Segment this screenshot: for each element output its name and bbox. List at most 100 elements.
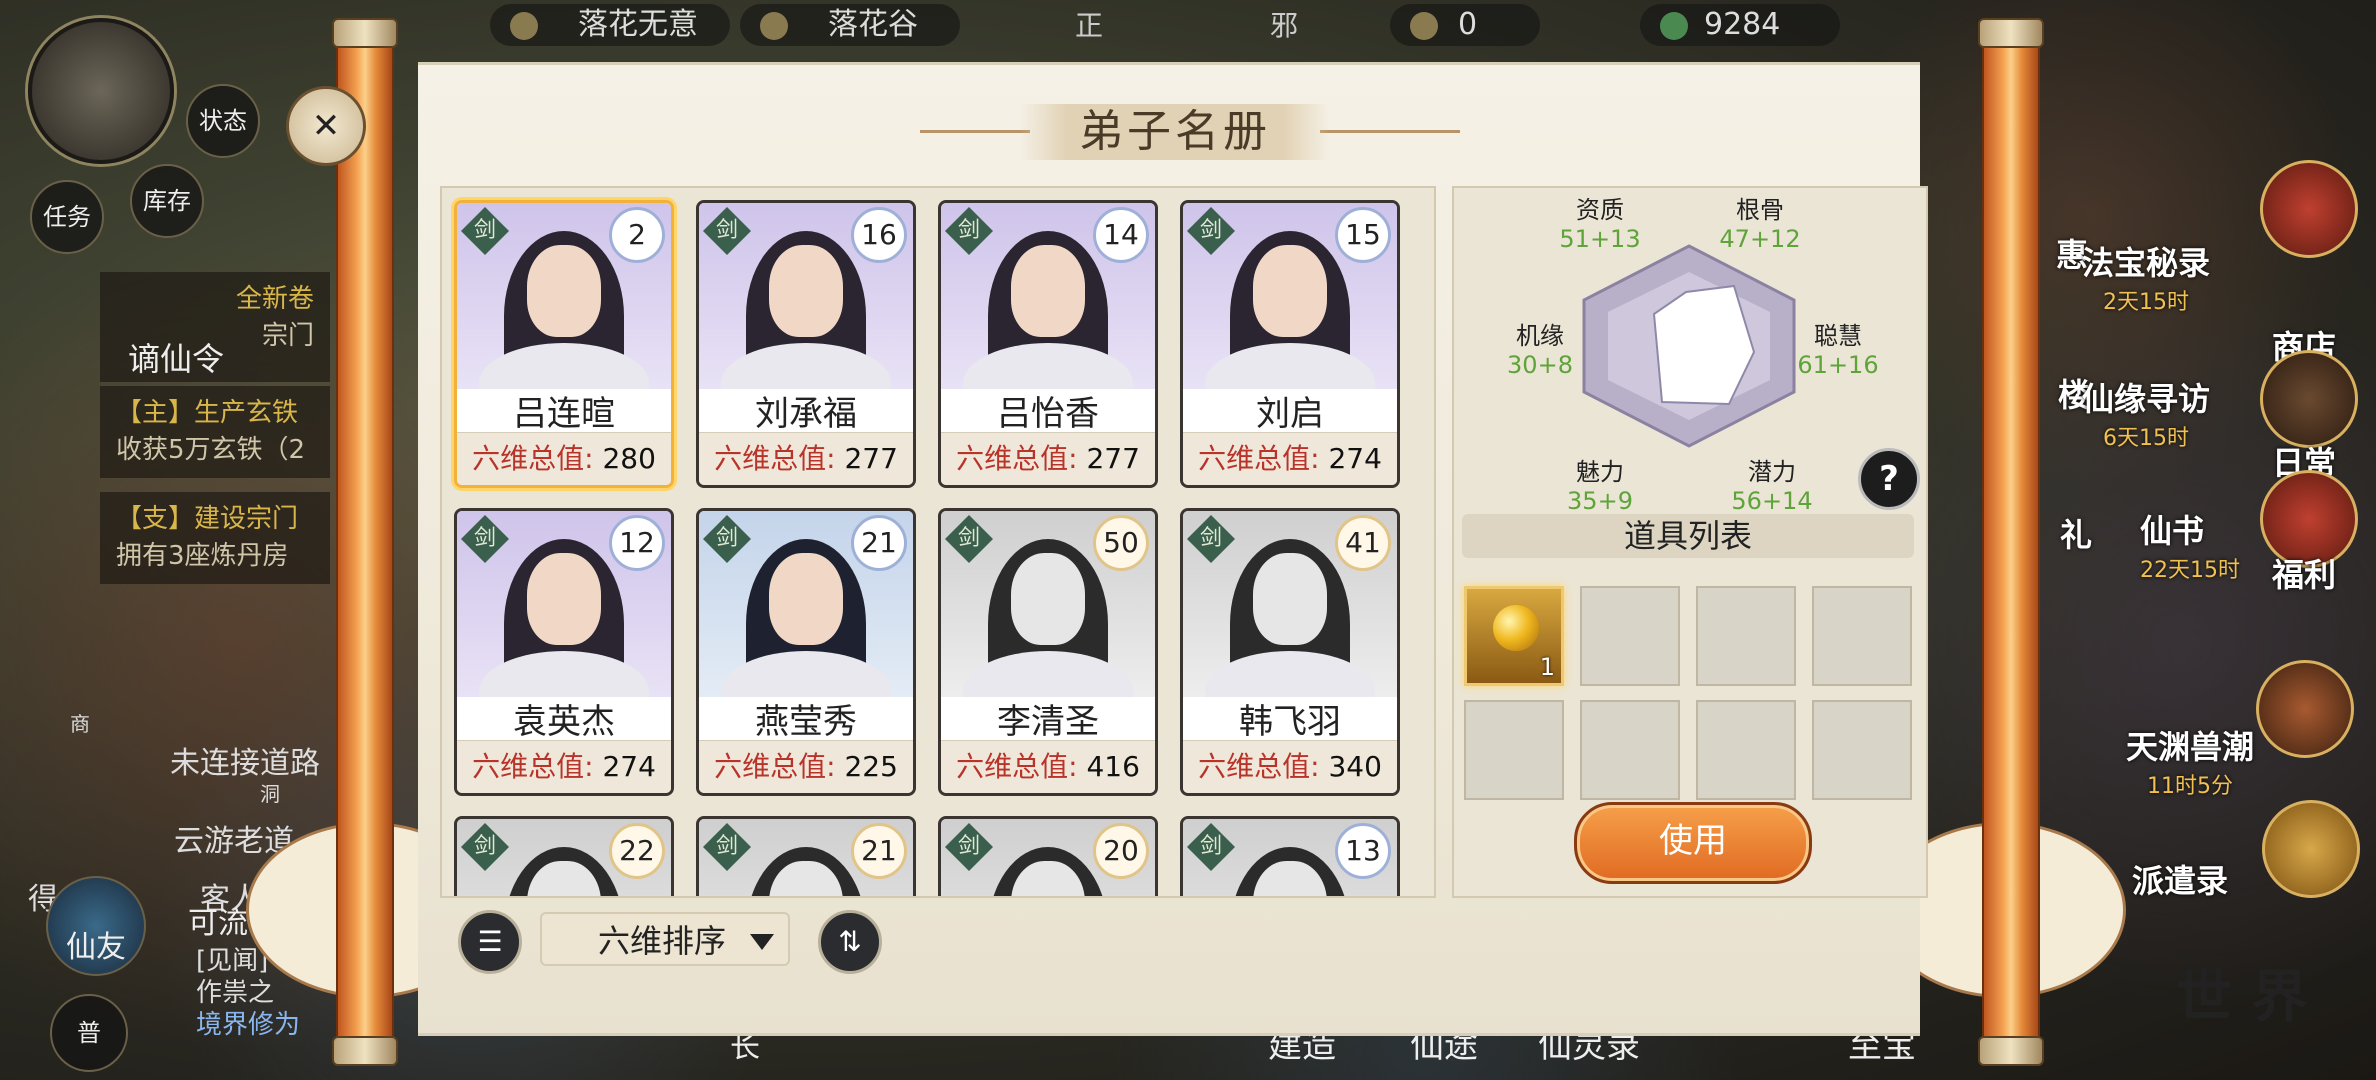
level-badge: 2	[609, 207, 665, 263]
world-chat-button[interactable]: 世 界	[2176, 952, 2308, 1033]
portrait-face	[527, 245, 601, 337]
score-label: 六维总值:	[956, 442, 1087, 475]
top-status-bar: 落花无意 落花谷 正 邪 0	[490, 0, 1540, 50]
task1-desc: 收获5万玄铁（2	[116, 435, 306, 465]
friends-button[interactable]: 仙友	[46, 876, 146, 976]
list-filter-button[interactable]: ☰	[458, 910, 522, 974]
immortal-book-button[interactable]: 仙书 22天15时	[2140, 506, 2240, 584]
currency-1-value: 0	[1458, 7, 1478, 42]
disciple-card[interactable]: 剑 13	[1180, 816, 1400, 896]
disciple-card[interactable]: 剑 20	[938, 816, 1158, 896]
task-main-box[interactable]: 【主】生产玄铁 收获5万玄铁（2	[100, 386, 330, 478]
level-badge: 50	[1093, 515, 1149, 571]
jade-coin-icon	[1660, 11, 1688, 40]
mountain-icon	[760, 11, 788, 40]
disciple-card[interactable]: 剑 12 袁英杰 六维总值: 274	[454, 508, 674, 796]
stat-qianli-name: 潜力	[1748, 458, 1796, 486]
play-arrow-icon[interactable]	[2262, 800, 2360, 898]
chevron-down-icon	[750, 934, 774, 950]
item-slot[interactable]	[1580, 700, 1680, 800]
use-button[interactable]: 使用	[1574, 802, 1812, 884]
level-badge: 21	[851, 823, 907, 879]
fate-visit-button[interactable]: 仙缘寻访 6天15时	[2082, 374, 2210, 452]
score-label: 六维总值:	[1198, 442, 1329, 475]
disciple-score: 六维总值: 274	[1183, 432, 1397, 485]
task-side-box[interactable]: 【支】建设宗门 拥有3座炼丹房	[100, 492, 330, 584]
item-slot[interactable]: 1	[1464, 586, 1564, 686]
score-value: 416	[1086, 750, 1140, 783]
title-ornament-left	[920, 130, 1030, 133]
daily-icon[interactable]	[2260, 350, 2358, 448]
item-slot[interactable]	[1464, 700, 1564, 800]
portrait-face	[1011, 553, 1085, 645]
portrait-face	[1253, 245, 1327, 337]
level-badge: 13	[1335, 823, 1391, 879]
road-status-text[interactable]: 未连接道路	[170, 738, 320, 782]
item-slot[interactable]	[1696, 586, 1796, 686]
stat-meili-bonus: +9	[1597, 487, 1633, 515]
fate-label: 仙缘寻访	[2082, 380, 2211, 418]
level-badge: 14	[1093, 207, 1149, 263]
disciple-card[interactable]: 剑 50 李清圣 六维总值: 416	[938, 508, 1158, 796]
sort-order-toggle[interactable]: ⇅	[818, 910, 882, 974]
treasure-record-button[interactable]: 法宝秘录 2天15时	[2082, 238, 2210, 316]
cave-marker: 洞	[260, 782, 280, 806]
disciple-card[interactable]: 剑 2 吕连暄 六维总值: 280	[454, 200, 674, 488]
score-value: 340	[1328, 750, 1382, 783]
task-button[interactable]: 任务	[30, 180, 104, 254]
score-value: 277	[1086, 442, 1140, 475]
help-button[interactable]: ?	[1858, 448, 1920, 510]
stat-zizhi-bonus: +13	[1589, 225, 1641, 253]
disciple-card[interactable]: 剑 22	[454, 816, 674, 896]
fate-timer: 6天15时	[2103, 426, 2189, 451]
shop-icon[interactable]	[2260, 160, 2358, 258]
stat-zizhi-name: 资质	[1576, 196, 1624, 224]
player-avatar[interactable]	[28, 18, 174, 164]
level-badge: 22	[609, 823, 665, 879]
dispatch-label[interactable]: 派遣录	[2132, 856, 2228, 902]
stat-gengu-name: 根骨	[1736, 196, 1784, 224]
disciple-card[interactable]: 剑 15 刘启 六维总值: 274	[1180, 200, 1400, 488]
disciple-card[interactable]: 剑 14 吕怡香 六维总值: 277	[938, 200, 1158, 488]
item-slot[interactable]	[1580, 586, 1680, 686]
portrait-face	[769, 553, 843, 645]
item-slot[interactable]	[1812, 700, 1912, 800]
stat-jiyuan-name: 机缘	[1516, 322, 1564, 350]
location-name: 落花谷	[828, 7, 918, 42]
level-badge: 12	[609, 515, 665, 571]
player-name: 落花无意	[578, 7, 698, 42]
channel-button[interactable]: 普	[50, 994, 128, 1072]
storage-button[interactable]: 库存	[130, 164, 204, 238]
level-badge: 21	[851, 515, 907, 571]
dialog-title: 弟子名册	[1020, 104, 1330, 160]
status-button[interactable]: 状态	[186, 84, 260, 158]
player-name-pill: 落花无意	[490, 4, 730, 46]
disciple-score: 六维总值: 277	[941, 432, 1155, 485]
disciple-score: 六维总值: 280	[457, 432, 671, 485]
portrait-face	[769, 245, 843, 337]
disciple-card[interactable]: 剑 41 韩飞羽 六维总值: 340	[1180, 508, 1400, 796]
disciple-card[interactable]: 剑 21	[696, 816, 916, 896]
welfare-label[interactable]: 福利	[2272, 550, 2336, 596]
portrait-face	[1253, 553, 1327, 645]
stat-gengu: 根骨 47+12	[1700, 190, 1820, 253]
stat-jiyuan-base: 30	[1507, 351, 1538, 379]
currency-1-pill: 0	[1390, 4, 1540, 46]
item-slot[interactable]	[1696, 700, 1796, 800]
level-badge: 20	[1093, 823, 1149, 879]
item-slot[interactable]	[1812, 586, 1912, 686]
disciple-score: 六维总值: 274	[457, 740, 671, 793]
items-header: 道具列表	[1462, 514, 1914, 558]
abyss-beast-button[interactable]: 天渊兽潮 11时5分	[2126, 722, 2254, 800]
stat-meili-base: 35	[1567, 487, 1598, 515]
alignment-right: 邪	[1270, 9, 1299, 42]
stat-conghui-name: 聪慧	[1814, 322, 1862, 350]
disciple-card[interactable]: 剑 16 刘承福 六维总值: 277	[696, 200, 916, 488]
attribute-radar-chart	[1582, 244, 1796, 448]
chat-line-3: 境界修为	[196, 1010, 301, 1040]
quest-main-text: 全新卷	[235, 284, 314, 314]
location-pill: 落花谷	[740, 4, 960, 46]
disciple-card[interactable]: 剑 21 燕莹秀 六维总值: 225	[696, 508, 916, 796]
beast-tide-icon[interactable]	[2256, 660, 2354, 758]
sort-dropdown[interactable]: 六维排序	[540, 912, 790, 966]
